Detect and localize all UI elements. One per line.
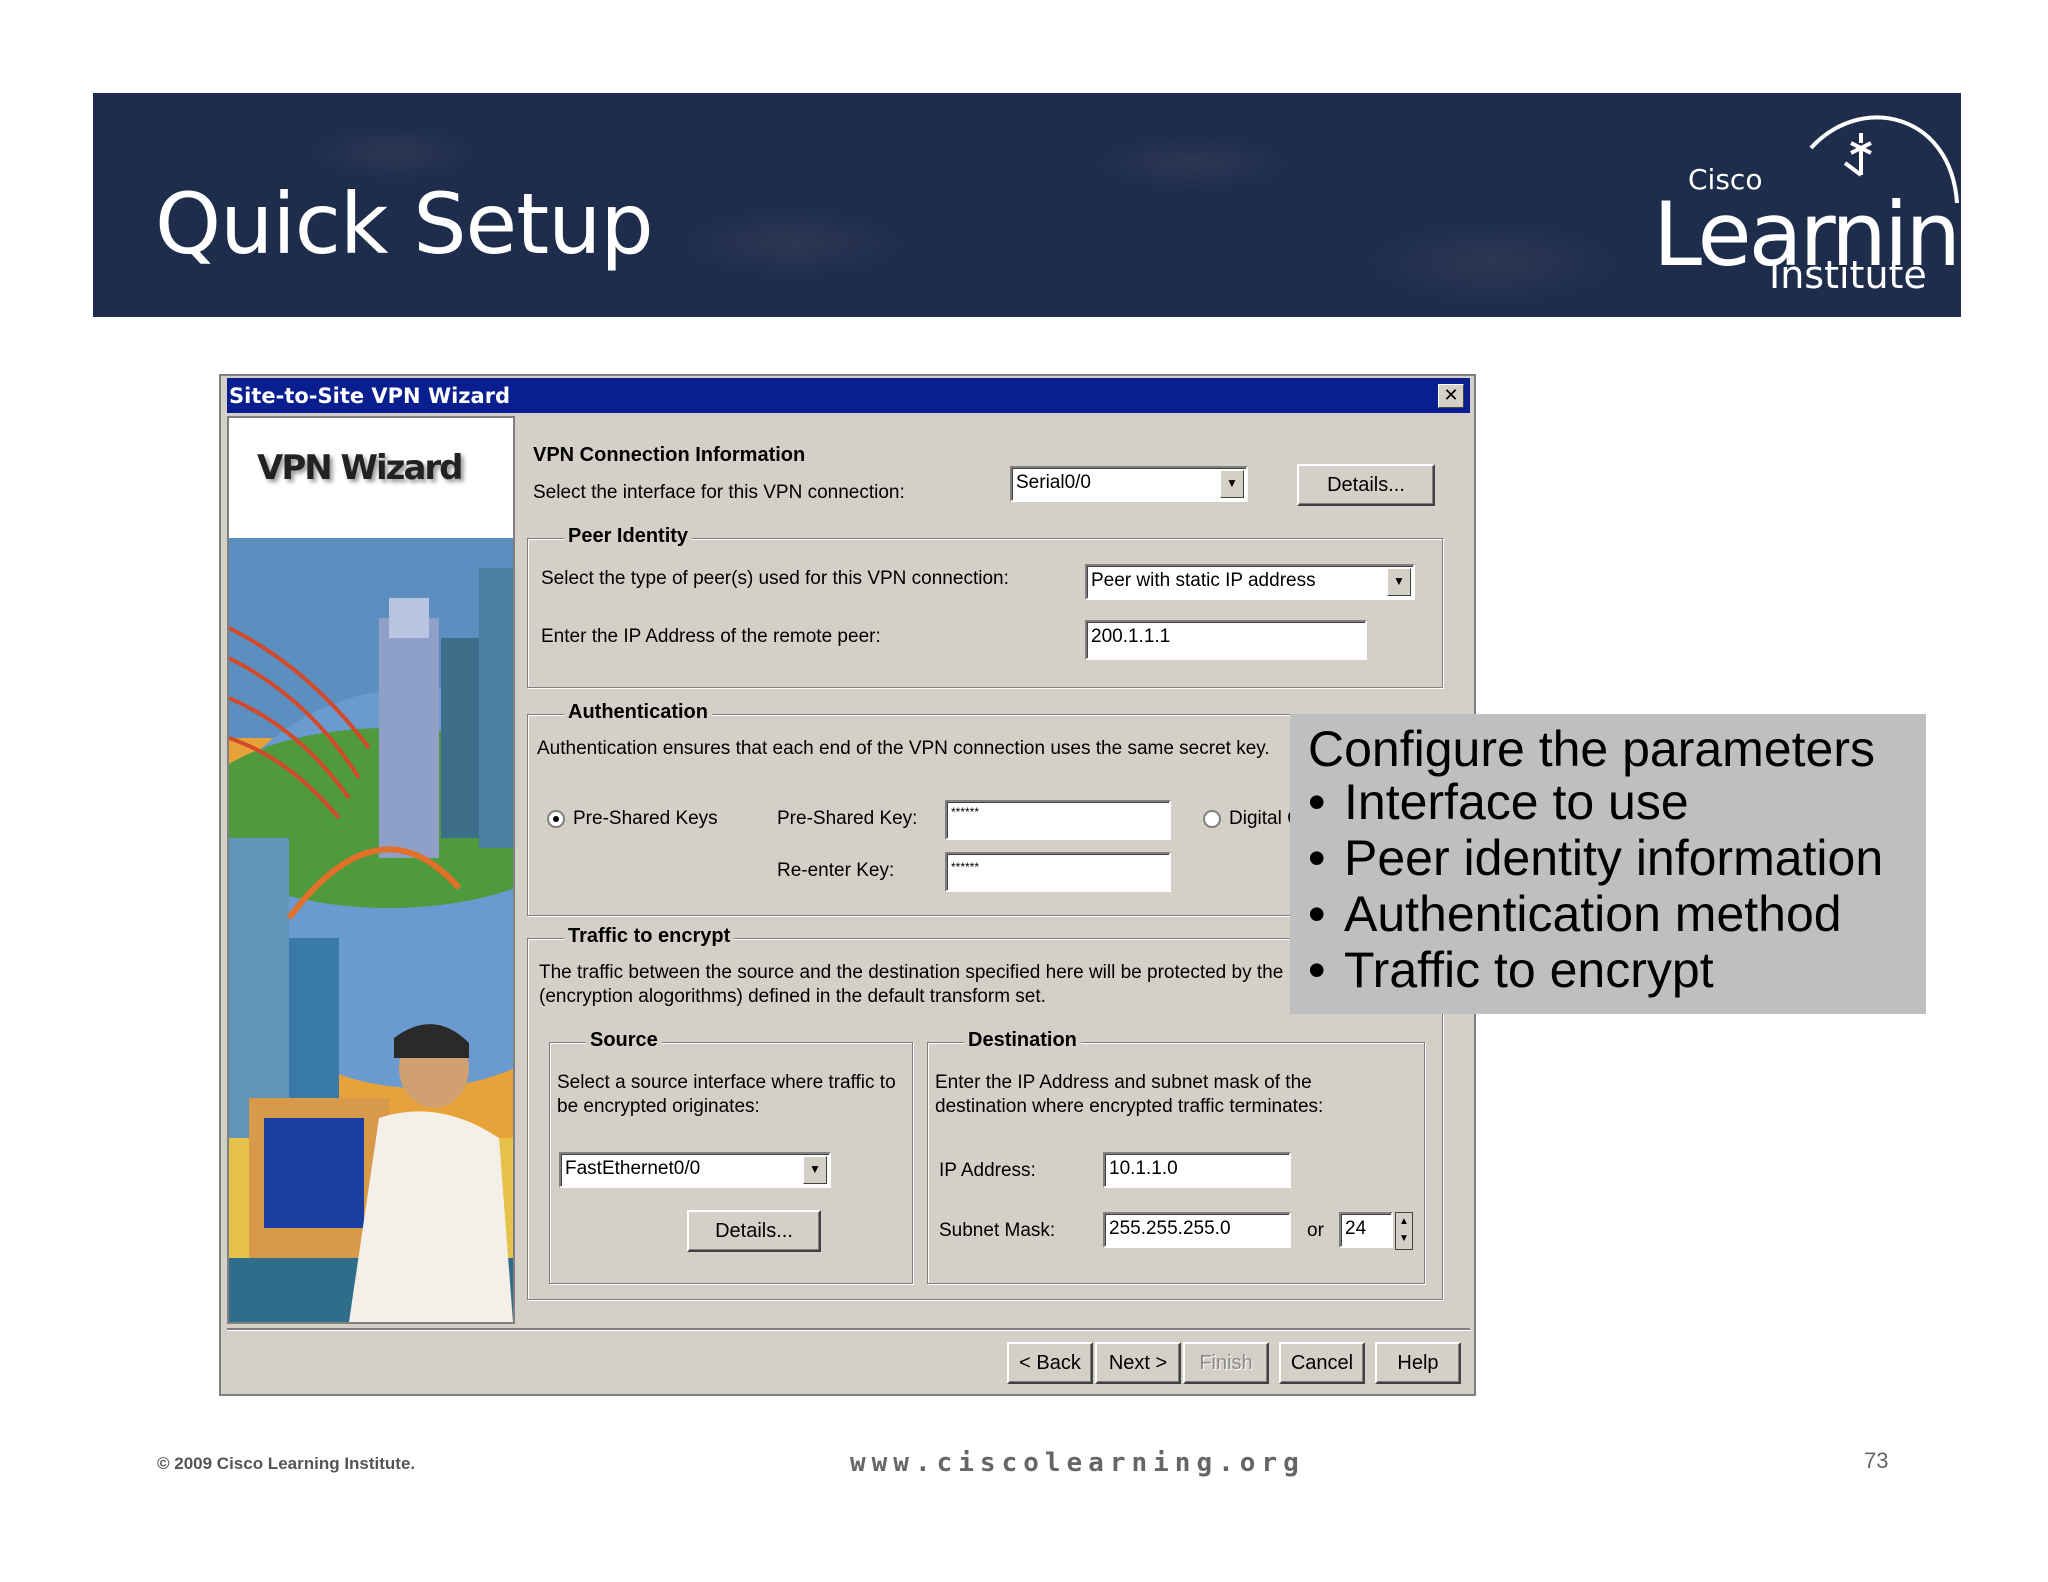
- dialog-title: Site-to-Site VPN Wizard: [229, 384, 511, 408]
- vpn-wizard-dialog: Site-to-Site VPN Wizard ✕ VPN Wizard VPN…: [219, 374, 1476, 1396]
- psk-label: Pre-Shared Key:: [777, 808, 918, 829]
- peer-identity-group: Peer Identity: [527, 525, 1443, 688]
- finish-button[interactable]: Finish: [1183, 1342, 1269, 1384]
- source-interface-value: FastEthernet0/0: [565, 1158, 701, 1179]
- interface-select[interactable]: Serial0/0 ▼: [1010, 466, 1248, 502]
- prefix-length-input[interactable]: 24: [1339, 1212, 1393, 1248]
- dest-desc-line2: destination where encrypted traffic term…: [935, 1096, 1324, 1117]
- logo-institute-text: Institute: [1769, 253, 1927, 297]
- dest-desc-line1: Enter the IP Address and subnet mask of …: [935, 1072, 1312, 1093]
- cisco-learning-logo: Cisco Learning Institute: [1561, 93, 1961, 317]
- peer-ip-input[interactable]: 200.1.1.1: [1085, 620, 1367, 660]
- conn-interface-label: Select the interface for this VPN connec…: [533, 482, 905, 503]
- callout-heading: Configure the parameters: [1308, 721, 1875, 777]
- button-divider: [227, 1328, 1470, 1331]
- peer-type-select[interactable]: Peer with static IP address ▼: [1085, 564, 1415, 600]
- spin-down-icon[interactable]: ▼: [1396, 1230, 1412, 1247]
- interface-select-value: Serial0/0: [1016, 472, 1091, 493]
- source-interface-select[interactable]: FastEthernet0/0 ▼: [559, 1152, 831, 1188]
- chevron-down-icon[interactable]: ▼: [803, 1156, 827, 1184]
- source-legend: Source: [586, 1029, 662, 1052]
- dialog-titlebar[interactable]: Site-to-Site VPN Wizard ✕: [227, 378, 1470, 413]
- peer-type-label: Select the type of peer(s) used for this…: [541, 568, 1009, 589]
- reenter-label: Re-enter Key:: [777, 860, 895, 881]
- traffic-desc-line1: The traffic between the source and the d…: [539, 962, 1284, 983]
- wizard-side-panel: VPN Wizard: [227, 416, 515, 1324]
- psk-radio[interactable]: [547, 810, 565, 828]
- callout-item: Interface to use: [1308, 774, 1883, 830]
- psk-radio-label: Pre-Shared Keys: [573, 808, 718, 829]
- conn-details-button[interactable]: Details...: [1297, 464, 1435, 506]
- close-button[interactable]: ✕: [1438, 384, 1464, 408]
- chevron-down-icon[interactable]: ▼: [1387, 568, 1411, 596]
- header-banner: Quick Setup Cisco Learning Institute: [93, 93, 1961, 317]
- destination-legend: Destination: [964, 1029, 1081, 1052]
- traffic-desc-line2: (encryption alogorithms) defined in the …: [539, 986, 1046, 1007]
- conn-heading: VPN Connection Information: [533, 444, 806, 466]
- psk-input[interactable]: ******: [945, 800, 1171, 840]
- wizard-illustration: [229, 538, 513, 1322]
- back-button[interactable]: < Back: [1007, 1342, 1093, 1384]
- traffic-legend: Traffic to encrypt: [564, 925, 735, 948]
- digital-cert-radio[interactable]: [1203, 810, 1221, 828]
- callout-item: Peer identity information: [1308, 830, 1883, 886]
- reenter-key-input[interactable]: ******: [945, 852, 1171, 892]
- callout-item: Authentication method: [1308, 886, 1883, 942]
- subnet-mask-input[interactable]: 255.255.255.0: [1103, 1212, 1291, 1248]
- help-button[interactable]: Help: [1375, 1342, 1461, 1384]
- chevron-down-icon[interactable]: ▼: [1220, 470, 1244, 498]
- auth-description: Authentication ensures that each end of …: [537, 738, 1270, 759]
- dest-ip-input[interactable]: 10.1.1.0: [1103, 1152, 1291, 1188]
- callout-list: Interface to use Peer identity informati…: [1308, 774, 1883, 998]
- parameters-callout: Configure the parameters Interface to us…: [1290, 714, 1926, 1014]
- footer-url: www.ciscolearning.org: [850, 1448, 1305, 1478]
- peer-legend: Peer Identity: [564, 525, 693, 548]
- dest-ip-label: IP Address:: [939, 1160, 1036, 1181]
- next-button[interactable]: Next >: [1095, 1342, 1181, 1384]
- source-details-button[interactable]: Details...: [687, 1210, 821, 1252]
- slide-title: Quick Setup: [155, 175, 654, 273]
- spin-up-icon[interactable]: ▲: [1396, 1213, 1412, 1230]
- or-label: or: [1307, 1220, 1324, 1241]
- prefix-spinner[interactable]: ▲ ▼: [1395, 1212, 1413, 1250]
- callout-item: Traffic to encrypt: [1308, 942, 1883, 998]
- peer-type-value: Peer with static IP address: [1091, 570, 1316, 591]
- source-desc-line2: be encrypted originates:: [557, 1096, 760, 1117]
- source-desc-line1: Select a source interface where traffic …: [557, 1072, 896, 1093]
- auth-legend: Authentication: [564, 701, 712, 724]
- footer-copyright: © 2009 Cisco Learning Institute.: [157, 1454, 416, 1473]
- page-number: 73: [1864, 1448, 1889, 1473]
- subnet-mask-label: Subnet Mask:: [939, 1220, 1056, 1241]
- cancel-button[interactable]: Cancel: [1279, 1342, 1365, 1384]
- peer-ip-label: Enter the IP Address of the remote peer:: [541, 626, 881, 647]
